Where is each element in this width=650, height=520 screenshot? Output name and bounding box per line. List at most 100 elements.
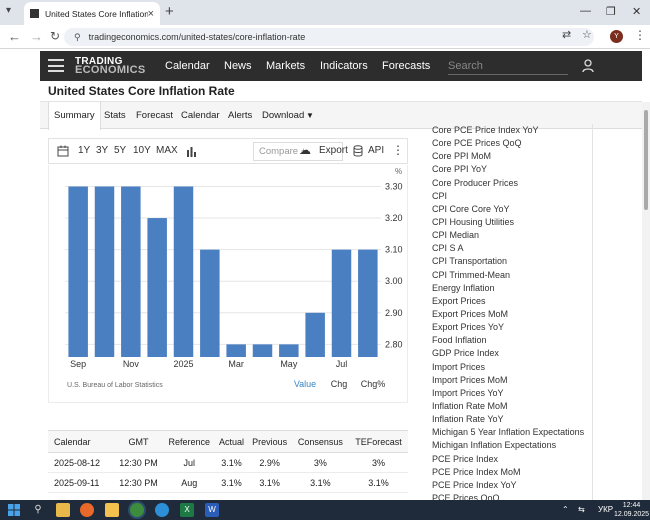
range-5y[interactable]: 5Y: [114, 145, 126, 156]
sidebar-link[interactable]: Import Prices MoM: [425, 374, 592, 387]
nav-indicators[interactable]: Indicators: [320, 60, 368, 72]
nav-calendar[interactable]: Calendar: [165, 60, 210, 72]
reload-icon[interactable]: ↻: [50, 29, 60, 43]
sidebar-link[interactable]: CPI Housing Utilities: [425, 216, 592, 229]
sidebar-link[interactable]: Export Prices: [425, 295, 592, 308]
sidebar-link[interactable]: CPI Trimmed-Mean: [425, 269, 592, 282]
sidebar-link[interactable]: CPI Core Core YoY: [425, 203, 592, 216]
back-icon[interactable]: ←: [8, 29, 21, 44]
database-icon[interactable]: [353, 145, 363, 157]
sidebar-link[interactable]: Export Prices YoY: [425, 321, 592, 334]
sidebar-link[interactable]: CPI S A: [425, 242, 592, 255]
page-scrollbar[interactable]: [642, 102, 650, 500]
chrome-icon[interactable]: [130, 503, 144, 517]
excel-icon[interactable]: X: [180, 503, 194, 517]
sidebar-link[interactable]: Michigan 5 Year Inflation Expectations: [425, 426, 592, 439]
language-indicator[interactable]: УКР: [598, 505, 613, 514]
url-field[interactable]: ⚲ tradingeconomics.com/united-states/cor…: [64, 28, 594, 46]
more-options-icon[interactable]: ⋮: [392, 143, 404, 157]
chart-bar[interactable]: [173, 186, 194, 357]
download-caret-icon[interactable]: ▼: [306, 111, 314, 120]
tab-calendar[interactable]: Calendar: [181, 110, 220, 121]
sidebar-link[interactable]: PCE Price Index YoY: [425, 479, 592, 492]
sidebar-link[interactable]: Core Producer Prices: [425, 177, 592, 190]
chart-view-tab[interactable]: Value: [294, 379, 316, 389]
tab-summary[interactable]: Summary: [48, 102, 101, 130]
bookmark-star-icon[interactable]: ☆: [582, 28, 592, 41]
cloud-download-icon[interactable]: ☁: [299, 143, 311, 157]
chart-bar[interactable]: [226, 344, 246, 357]
edge-icon[interactable]: [155, 503, 169, 517]
system-clock[interactable]: 12:44 12.09.2025: [614, 501, 649, 519]
api-button[interactable]: API: [368, 145, 384, 156]
word-icon[interactable]: W: [205, 503, 219, 517]
new-tab-icon[interactable]: +: [165, 3, 174, 20]
maximize-icon[interactable]: ❐: [606, 5, 616, 18]
sidebar-link[interactable]: Food Inflation: [425, 334, 592, 347]
chart-bar[interactable]: [200, 249, 220, 357]
chart-view-tab[interactable]: Chg: [331, 379, 348, 389]
chart-bar[interactable]: [358, 249, 378, 357]
chart-bar[interactable]: [279, 344, 299, 357]
close-window-icon[interactable]: ✕: [632, 5, 641, 18]
sidebar-link[interactable]: PCE Price Index MoM: [425, 466, 592, 479]
sidebar-link[interactable]: Energy Inflation: [425, 282, 592, 295]
site-logo[interactable]: TRADING ECONOMICS: [75, 57, 146, 76]
sidebar-link[interactable]: PCE Price Index: [425, 453, 592, 466]
firefox-icon[interactable]: [80, 503, 94, 517]
calendar-icon[interactable]: [57, 145, 69, 157]
sidebar-link[interactable]: CPI Transportation: [425, 255, 592, 268]
range-1y[interactable]: 1Y: [78, 145, 90, 156]
range-10y[interactable]: 10Y: [133, 145, 151, 156]
nav-markets[interactable]: Markets: [266, 60, 305, 72]
sidebar-link[interactable]: Core PCE Prices QoQ: [425, 137, 592, 150]
chart-bar[interactable]: [147, 218, 167, 357]
site-search-input[interactable]: [448, 57, 568, 75]
sidebar-link[interactable]: Export Prices MoM: [425, 308, 592, 321]
range-3y[interactable]: 3Y: [96, 145, 108, 156]
sidebar-link[interactable]: CPI: [425, 190, 592, 203]
forward-icon[interactable]: →: [30, 29, 43, 44]
sidebar-link[interactable]: CPI Median: [425, 229, 592, 242]
sidebar-link[interactable]: Core PCE Price Index YoY: [425, 124, 592, 137]
sidebar-link[interactable]: Michigan Inflation Expectations: [425, 439, 592, 452]
close-tab-icon[interactable]: ×: [148, 8, 154, 20]
range-max[interactable]: MAX: [156, 145, 178, 156]
site-info-icon[interactable]: ⚲: [74, 32, 81, 43]
sidebar-link[interactable]: Inflation Rate MoM: [425, 400, 592, 413]
tab-download[interactable]: Download: [262, 110, 304, 121]
minimize-icon[interactable]: —: [580, 5, 591, 17]
chart-bar[interactable]: [305, 312, 325, 357]
tab-stats[interactable]: Stats: [104, 110, 126, 121]
chart-bar[interactable]: [94, 186, 115, 357]
browser-menu-icon[interactable]: ⋮: [634, 28, 646, 42]
search-icon[interactable]: ⚲: [31, 503, 45, 517]
tray-chevron-icon[interactable]: ⌃: [562, 505, 569, 514]
tab-list-icon[interactable]: ▾: [6, 5, 11, 16]
nav-news[interactable]: News: [224, 60, 252, 72]
chart-view-tab[interactable]: Chg%: [361, 379, 386, 389]
tab-alerts[interactable]: Alerts: [228, 110, 252, 121]
sidebar-link[interactable]: GDP Price Index: [425, 347, 592, 360]
sidebar-link[interactable]: Import Prices: [425, 361, 592, 374]
chart-bar[interactable]: [331, 249, 352, 357]
chart-bar[interactable]: [252, 344, 273, 357]
sidebar-link[interactable]: Import Prices YoY: [425, 387, 592, 400]
chart-bar[interactable]: [68, 186, 88, 357]
folder-icon[interactable]: [105, 503, 119, 517]
chart-bar[interactable]: [121, 186, 141, 357]
sidebar-link[interactable]: Core PPI YoY: [425, 163, 592, 176]
browser-tab[interactable]: United States Core Inflation Rate ×: [24, 2, 160, 25]
translate-icon[interactable]: ⇄: [562, 28, 571, 41]
nav-forecasts[interactable]: Forecasts: [382, 60, 430, 72]
hamburger-menu-icon[interactable]: [48, 59, 64, 72]
file-explorer-icon[interactable]: [56, 503, 70, 517]
sidebar-link[interactable]: Core PPI MoM: [425, 150, 592, 163]
scrollbar-thumb[interactable]: [644, 110, 648, 210]
windows-start-icon[interactable]: [8, 504, 20, 516]
profile-avatar[interactable]: Y: [610, 30, 623, 43]
chart-type-icon[interactable]: [186, 146, 197, 157]
network-icon[interactable]: ⇆: [578, 505, 585, 514]
export-button[interactable]: Export: [319, 145, 348, 156]
user-icon[interactable]: [582, 59, 594, 73]
